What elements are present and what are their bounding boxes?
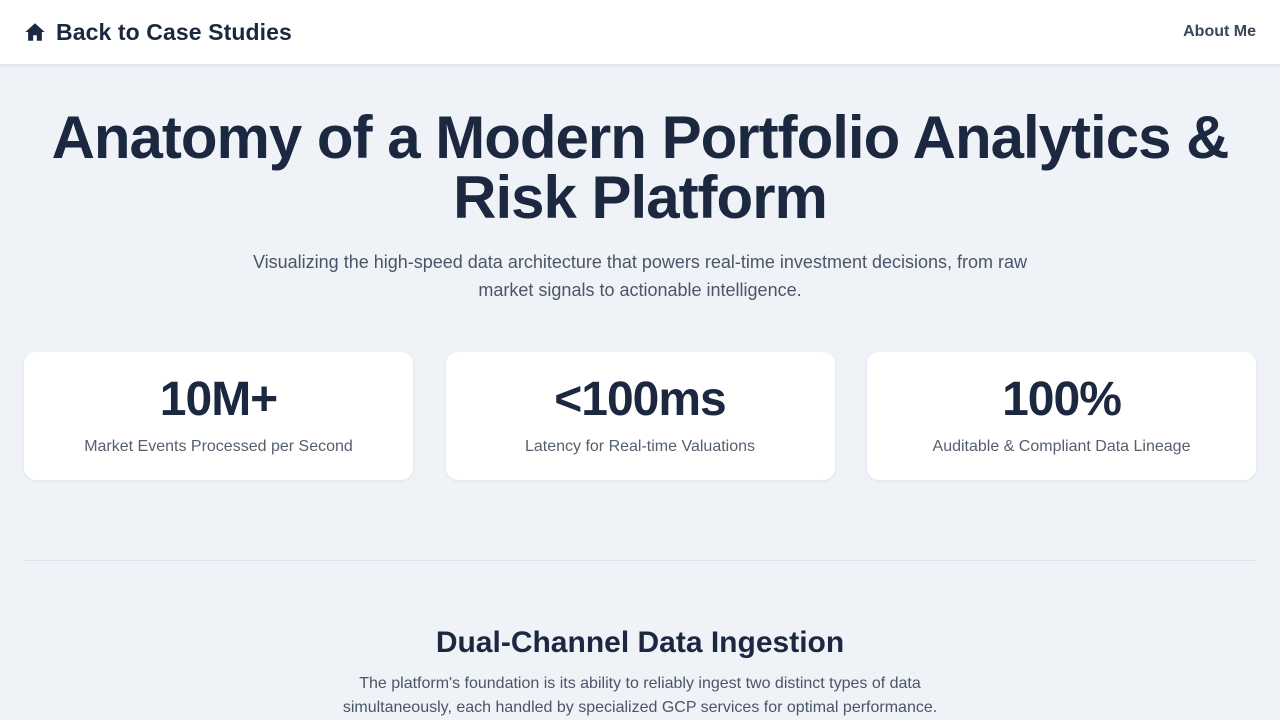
- hero-section: Anatomy of a Modern Portfolio Analytics …: [0, 108, 1280, 304]
- stat-label: Auditable & Compliant Data Lineage: [932, 438, 1191, 455]
- top-nav-bar: Back to Case Studies About Me: [0, 0, 1280, 64]
- stat-label: Latency for Real-time Valuations: [524, 438, 756, 455]
- section-title: Dual-Channel Data Ingestion: [435, 626, 845, 659]
- section-description: The platform's foundation is its ability…: [342, 675, 938, 716]
- stat-card-events: 10M+ Market Events Processed per Second: [24, 352, 413, 480]
- stat-card-latency: <100ms Latency for Real-time Valuations: [445, 352, 835, 480]
- stat-value: 10M+: [159, 373, 278, 426]
- about-me-link[interactable]: About Me: [1183, 23, 1256, 41]
- stat-card-lineage: 100% Auditable & Compliant Data Lineage: [867, 352, 1256, 480]
- stat-value: 100%: [1002, 373, 1122, 426]
- section-divider: [24, 560, 1256, 561]
- home-icon: [24, 21, 46, 43]
- back-link-label: Back to Case Studies: [56, 18, 292, 45]
- stat-value: <100ms: [554, 373, 727, 426]
- back-to-case-studies-link[interactable]: Back to Case Studies: [24, 19, 292, 46]
- page-title: Anatomy of a Modern Portfolio Analytics …: [51, 104, 1230, 231]
- page-subtitle: Visualizing the high-speed data architec…: [252, 252, 1028, 300]
- stat-label: Market Events Processed per Second: [84, 438, 353, 455]
- ingestion-section: Dual-Channel Data Ingestion The platform…: [0, 624, 1280, 720]
- stats-row: 10M+ Market Events Processed per Second …: [24, 352, 1256, 480]
